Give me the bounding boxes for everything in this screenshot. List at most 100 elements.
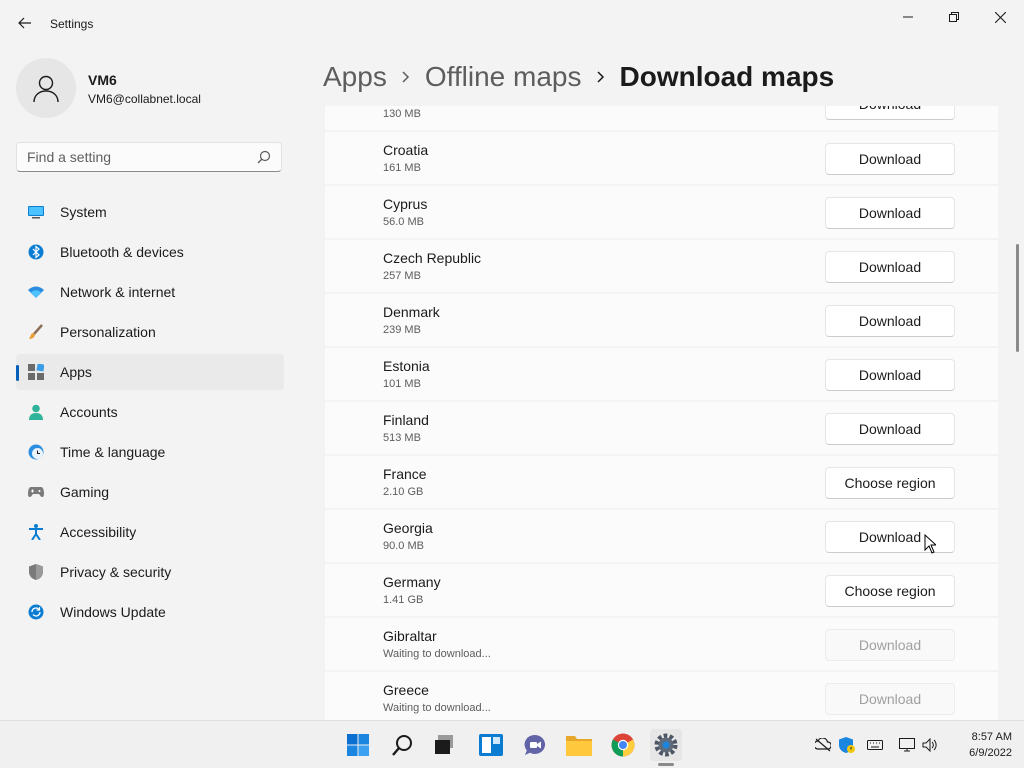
- map-name: Greece: [383, 682, 429, 698]
- back-button[interactable]: [14, 12, 36, 34]
- map-name: Finland: [383, 412, 429, 428]
- map-name: Germany: [383, 574, 441, 590]
- clock-date: 6/9/2022: [969, 747, 1012, 759]
- brush-icon: [28, 324, 44, 340]
- sidebar-item-personalization[interactable]: Personalization: [16, 314, 284, 350]
- settings-app-button[interactable]: [650, 729, 682, 761]
- user-email: VM6@collabnet.local: [88, 92, 201, 106]
- sidebar-item-privacy[interactable]: Privacy & security: [16, 554, 284, 590]
- task-view-button[interactable]: [428, 729, 460, 761]
- sidebar-item-network[interactable]: Network & internet: [16, 274, 284, 310]
- breadcrumb: Apps Offline maps Download maps: [323, 57, 834, 97]
- scrollbar-thumb[interactable]: [1016, 244, 1019, 352]
- task-view-icon: [435, 735, 453, 754]
- sidebar-item-label: Accounts: [60, 404, 118, 420]
- download-button[interactable]: Download: [825, 359, 955, 391]
- map-name: Estonia: [383, 358, 430, 374]
- minimize-button[interactable]: [890, 8, 926, 26]
- download-button[interactable]: Download: [825, 143, 955, 175]
- list-item: Gibraltar Waiting to download... Downloa…: [325, 618, 998, 672]
- list-item: Cyprus 56.0 MB Download: [325, 186, 998, 240]
- sidebar-item-apps[interactable]: Apps: [16, 354, 284, 390]
- display-icon[interactable]: [899, 737, 915, 753]
- chrome-icon: [611, 733, 635, 757]
- sidebar-item-label: Network & internet: [60, 284, 176, 300]
- user-avatar-icon: [33, 75, 59, 103]
- sidebar-item-accounts[interactable]: Accounts: [16, 394, 284, 430]
- map-size: 161 MB: [383, 162, 421, 174]
- sidebar-item-label: Gaming: [60, 484, 110, 500]
- close-button[interactable]: [982, 8, 1018, 26]
- chat-icon: [524, 734, 546, 755]
- download-button[interactable]: Download: [825, 251, 955, 283]
- user-name: VM6: [88, 72, 117, 88]
- widgets-button[interactable]: [475, 729, 507, 761]
- search-input[interactable]: [17, 143, 263, 171]
- sidebar-item-accessibility[interactable]: Accessibility: [16, 514, 284, 550]
- volume-icon[interactable]: [922, 737, 938, 753]
- map-size: 2.10 GB: [383, 486, 424, 498]
- settings-icon: [654, 733, 678, 757]
- sidebar-item-system[interactable]: System: [16, 194, 284, 230]
- network-off-icon[interactable]: [815, 737, 831, 753]
- chevron-right-icon: [582, 57, 620, 97]
- list-item: Finland 513 MB Download: [325, 402, 998, 456]
- minimize-icon: [903, 16, 913, 18]
- person-icon: [28, 404, 44, 420]
- map-name: Czech Republic: [383, 250, 482, 266]
- search-icon[interactable]: [257, 150, 271, 164]
- breadcrumb-offline-maps[interactable]: Offline maps: [425, 61, 582, 93]
- close-icon: [994, 11, 1006, 23]
- sidebar-item-label: Privacy & security: [60, 564, 172, 580]
- map-size: 513 MB: [383, 432, 421, 444]
- app-title: Settings: [50, 17, 94, 31]
- start-button[interactable]: [342, 729, 374, 761]
- download-button: Download: [825, 629, 955, 661]
- user-profile[interactable]: VM6 VM6@collabnet.local: [16, 58, 296, 118]
- chevron-right-icon: [387, 57, 425, 97]
- map-size: 56.0 MB: [383, 216, 424, 228]
- list-item: Germany 1.41 GB Choose region: [325, 564, 998, 618]
- wifi-icon: [28, 284, 44, 300]
- chrome-button[interactable]: [607, 729, 639, 761]
- download-button[interactable]: Download: [825, 106, 955, 120]
- download-button[interactable]: Download: [825, 413, 955, 445]
- apps-icon: [28, 364, 44, 380]
- breadcrumb-apps[interactable]: Apps: [323, 61, 387, 93]
- avatar: [16, 58, 76, 118]
- sidebar-nav: System Bluetooth & devices Network & int…: [16, 194, 284, 634]
- sidebar-item-label: Time & language: [60, 444, 166, 460]
- sidebar-item-windows-update[interactable]: Windows Update: [16, 594, 284, 630]
- map-name: Cyprus: [383, 196, 428, 212]
- search-box[interactable]: [16, 142, 282, 172]
- list-item: Czech Republic 257 MB Download: [325, 240, 998, 294]
- sidebar-item-gaming[interactable]: Gaming: [16, 474, 284, 510]
- choose-region-button[interactable]: Choose region: [825, 467, 955, 499]
- file-explorer-button[interactable]: [563, 729, 595, 761]
- sidebar-item-label: Windows Update: [60, 604, 166, 620]
- bluetooth-icon: [28, 244, 44, 260]
- sidebar-item-label: System: [60, 204, 107, 220]
- restore-button[interactable]: [936, 8, 972, 26]
- maps-list: 130 MB Download Croatia 161 MB Download …: [325, 106, 998, 720]
- accessibility-icon: [28, 524, 44, 540]
- map-name: Georgia: [383, 520, 433, 536]
- map-size: 101 MB: [383, 378, 421, 390]
- taskbar-search-button[interactable]: [387, 729, 419, 761]
- file-explorer-icon: [566, 736, 592, 756]
- keyboard-icon[interactable]: [867, 737, 883, 753]
- taskbar-clock[interactable]: 8:57 AM 6/9/2022: [948, 729, 1012, 761]
- sidebar-item-bluetooth[interactable]: Bluetooth & devices: [16, 234, 284, 270]
- security-shield-icon[interactable]: [839, 737, 855, 753]
- download-button[interactable]: Download: [825, 305, 955, 337]
- back-arrow-icon: [18, 17, 31, 29]
- choose-region-button[interactable]: Choose region: [825, 575, 955, 607]
- list-item: Croatia 161 MB Download: [325, 132, 998, 186]
- download-button[interactable]: Download: [825, 197, 955, 229]
- restore-icon: [949, 12, 959, 22]
- sidebar-item-time-language[interactable]: Time & language: [16, 434, 284, 470]
- map-status: Waiting to download...: [383, 702, 491, 714]
- map-name: Croatia: [383, 142, 429, 158]
- chat-button[interactable]: [519, 729, 551, 761]
- taskbar: 8:57 AM 6/9/2022: [0, 720, 1024, 768]
